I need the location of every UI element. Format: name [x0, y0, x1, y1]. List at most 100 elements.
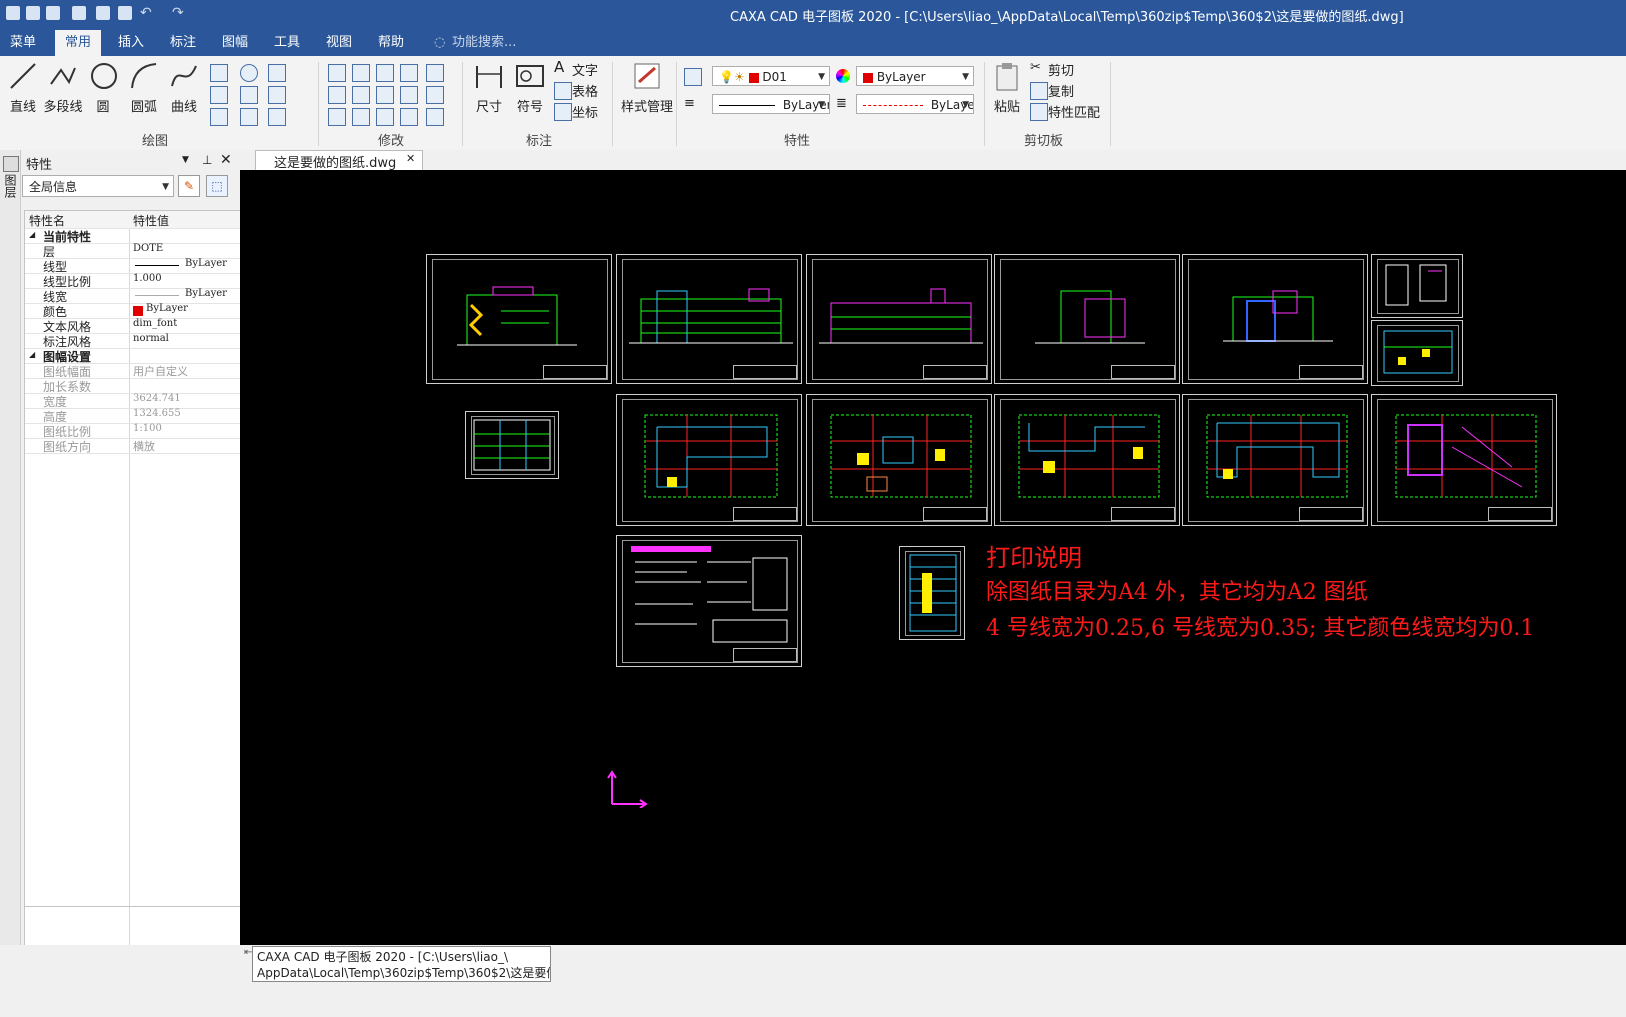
drawing-sheet[interactable]: [994, 254, 1180, 384]
linewidth-select[interactable]: ByLayer ▼: [856, 94, 974, 114]
table-tool[interactable]: 表格: [572, 81, 598, 100]
drawing-sheet[interactable]: [1182, 254, 1368, 384]
drawing-sheet[interactable]: [1371, 394, 1557, 526]
property-row[interactable]: 线型 ByLayer: [25, 258, 242, 274]
hatch-icon[interactable]: [268, 64, 286, 82]
array-icon[interactable]: [376, 64, 394, 82]
layer-panel-icon[interactable]: [3, 156, 19, 172]
trim-icon[interactable]: [352, 64, 370, 82]
print-icon[interactable]: [118, 6, 132, 20]
menu-tab-help[interactable]: 帮助: [368, 30, 414, 56]
point-icon[interactable]: [240, 108, 258, 126]
linetype-icon[interactable]: ≡: [684, 96, 695, 111]
panel-dropdown-icon[interactable]: ▼: [182, 155, 189, 165]
linewidth-icon[interactable]: ≣: [836, 96, 847, 111]
spline-icon[interactable]: [268, 108, 286, 126]
drawing-sheet[interactable]: [1371, 320, 1463, 386]
drawing-sheet[interactable]: [1371, 254, 1463, 318]
feature-search-input[interactable]: 功能搜索...: [452, 30, 516, 56]
group-current-properties[interactable]: ◢ 当前特性: [25, 228, 242, 244]
menu-tab-frame[interactable]: 图幅: [212, 30, 258, 56]
curve-button[interactable]: 曲线: [168, 60, 200, 115]
line-button[interactable]: 直线: [6, 60, 40, 115]
copy-object-icon[interactable]: [328, 86, 346, 104]
drawing-sheet[interactable]: [994, 394, 1180, 526]
brush-icon[interactable]: [426, 64, 444, 82]
select-objects-icon[interactable]: ⬚: [206, 175, 228, 197]
drawing-canvas[interactable]: 打印说明 除图纸目录为A4 外，其它均为A2 图纸 4 号线宽为0.25,6 号…: [240, 170, 1626, 945]
open-file-icon[interactable]: [46, 6, 60, 20]
drawing-sheet[interactable]: [899, 546, 965, 640]
menu-tab-menu[interactable]: 菜单: [0, 30, 46, 56]
move-icon[interactable]: [328, 64, 346, 82]
pin-icon[interactable]: ⊥: [202, 153, 212, 167]
polyline-button[interactable]: 多段线: [42, 60, 84, 115]
property-row[interactable]: 颜色 ByLayer: [25, 303, 242, 319]
block-icon[interactable]: [268, 86, 286, 104]
scale-icon[interactable]: [400, 86, 418, 104]
symbol-button[interactable]: 符号: [512, 60, 548, 115]
text-tool[interactable]: 文字: [572, 60, 598, 79]
scope-select[interactable]: 全局信息 ▼: [22, 175, 174, 197]
app-icon[interactable]: [6, 6, 20, 20]
style-manager-button[interactable]: 样式管理: [620, 60, 674, 115]
color-wheel-icon[interactable]: [836, 69, 850, 83]
explode-icon[interactable]: [426, 86, 444, 104]
stretch-icon[interactable]: [400, 108, 418, 126]
drawing-sheet[interactable]: [1182, 394, 1368, 526]
fillet-icon[interactable]: [400, 64, 418, 82]
polygon-icon[interactable]: [240, 86, 258, 104]
property-row[interactable]: 文本风格 dim_font: [25, 318, 242, 334]
close-icon[interactable]: ✕: [220, 152, 232, 168]
ellipse-icon[interactable]: [240, 64, 258, 82]
save-as-icon[interactable]: [96, 6, 110, 20]
drawing-sheet[interactable]: [426, 254, 612, 384]
drawing-sheet[interactable]: [806, 394, 992, 526]
property-row[interactable]: 标注风格 normal: [25, 333, 242, 349]
layer-select[interactable]: 💡☀ D01 ▼: [712, 66, 830, 86]
edit-icon[interactable]: [426, 108, 444, 126]
collapse-icon[interactable]: ◢: [29, 230, 35, 239]
menu-tab-tools[interactable]: 工具: [264, 30, 310, 56]
property-row[interactable]: 线宽 ByLayer: [25, 288, 242, 304]
drawing-sheet[interactable]: [465, 411, 559, 479]
arc-button[interactable]: 圆弧: [128, 60, 160, 115]
layer-manager-icon[interactable]: [684, 68, 702, 86]
new-file-icon[interactable]: [26, 6, 40, 20]
mirror-icon[interactable]: [376, 86, 394, 104]
offset-icon[interactable]: [352, 108, 370, 126]
color-select[interactable]: ByLayer ▼: [856, 66, 974, 86]
drawing-sheet[interactable]: [616, 254, 802, 384]
match-properties-button[interactable]: 特性匹配: [1048, 102, 1100, 121]
undo-icon[interactable]: ↶: [140, 5, 152, 21]
save-icon[interactable]: [72, 6, 86, 20]
drawing-sheet[interactable]: [616, 394, 802, 526]
extend-icon[interactable]: [352, 86, 370, 104]
menu-tab-insert[interactable]: 插入: [108, 30, 154, 56]
rectangle-icon[interactable]: [210, 64, 228, 82]
coordinate-tool[interactable]: 坐标: [572, 102, 598, 121]
erase-icon[interactable]: [328, 108, 346, 126]
dimension-button[interactable]: 尺寸: [472, 60, 506, 115]
side-tab-layer[interactable]: 图层: [3, 174, 17, 198]
collapse-icon[interactable]: ◢: [29, 350, 35, 359]
group-frame-settings[interactable]: ◢ 图幅设置: [25, 348, 242, 364]
linetype-select[interactable]: ByLayer ▼: [712, 94, 830, 114]
property-row[interactable]: 线型比例 1.000: [25, 273, 242, 289]
quick-select-icon[interactable]: ✎: [178, 175, 200, 197]
menu-tab-view[interactable]: 视图: [316, 30, 362, 56]
close-tab-icon[interactable]: ✕: [406, 152, 415, 165]
rotate-icon[interactable]: [376, 108, 394, 126]
cut-button[interactable]: 剪切: [1048, 60, 1074, 79]
copy-button[interactable]: 复制: [1048, 81, 1074, 100]
document-tab[interactable]: 这是要做的图纸.dwg ✕: [255, 150, 423, 171]
drawing-sheet[interactable]: [806, 254, 992, 384]
property-row[interactable]: 层 DOTE: [25, 243, 242, 259]
menu-tab-common[interactable]: 常用: [55, 30, 102, 56]
menu-tab-annotate[interactable]: 标注: [160, 30, 206, 56]
redo-icon[interactable]: ↷: [172, 5, 184, 21]
centerline-icon[interactable]: [210, 108, 228, 126]
paste-button[interactable]: 粘贴: [990, 60, 1024, 115]
circle-button[interactable]: 圆: [88, 60, 118, 115]
drawing-sheet[interactable]: [616, 535, 802, 667]
